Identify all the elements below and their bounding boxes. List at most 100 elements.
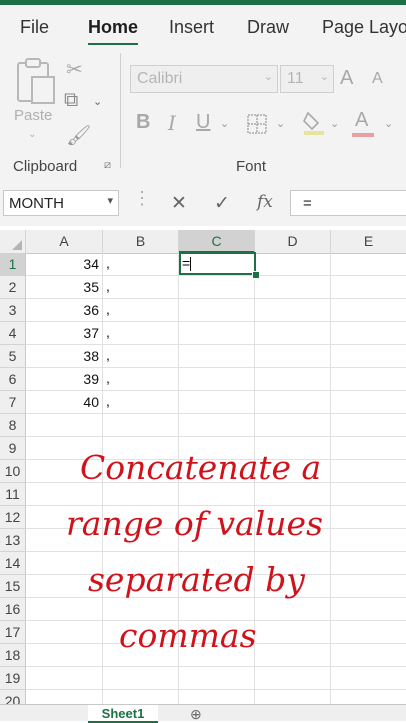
row-header[interactable]: 12 [0,506,26,529]
row-header[interactable]: 2 [0,276,26,299]
cell[interactable] [255,345,331,368]
format-painter-icon[interactable]: 🖌 [66,123,91,148]
cell[interactable] [103,253,179,276]
tab-draw[interactable]: Draw [247,17,289,38]
font-color-dropdown-icon[interactable]: ⌄ [384,117,393,130]
sheet-tab-sheet1[interactable]: Sheet1 [88,705,158,723]
cell[interactable] [103,322,179,345]
cell-a-value[interactable]: 39 [26,368,103,391]
cell[interactable] [26,414,103,437]
cell[interactable] [331,598,406,621]
tab-home[interactable]: Home [88,17,138,38]
font-size-box[interactable]: 11 ⌄ [280,65,334,93]
cell[interactable] [26,621,103,644]
cell[interactable] [255,391,331,414]
cell[interactable] [331,506,406,529]
cell[interactable] [26,690,103,704]
cell[interactable] [255,414,331,437]
cell[interactable] [331,345,406,368]
row-header[interactable]: 18 [0,644,26,667]
row-header[interactable]: 19 [0,667,26,690]
cell-a-value[interactable]: 35 [26,276,103,299]
row-header[interactable]: 11 [0,483,26,506]
row-header[interactable]: 6 [0,368,26,391]
cell[interactable] [331,483,406,506]
cell[interactable] [103,345,179,368]
cell[interactable] [179,299,255,322]
cell[interactable] [255,368,331,391]
column-header-a[interactable]: A [26,230,103,253]
cell[interactable] [255,690,331,704]
cut-icon[interactable]: ✂ [66,57,83,82]
cell-a-value[interactable]: 36 [26,299,103,322]
cell[interactable] [179,322,255,345]
cell[interactable] [331,322,406,345]
fill-handle[interactable] [252,271,260,279]
name-box[interactable]: MONTH ▾ [3,190,119,216]
paste-button[interactable]: Paste ⌄ [12,55,58,145]
row-header[interactable]: 5 [0,345,26,368]
add-sheet-icon[interactable]: ⊕ [190,706,202,723]
column-header-c[interactable]: C [179,230,255,253]
column-header-d[interactable]: D [255,230,331,253]
cell[interactable] [255,322,331,345]
cell[interactable] [331,368,406,391]
cell[interactable] [331,437,406,460]
cell[interactable] [331,621,406,644]
cell[interactable] [255,299,331,322]
row-header[interactable]: 13 [0,529,26,552]
row-header[interactable]: 1 [0,253,26,276]
cancel-entry-icon[interactable]: ✕ [171,192,187,215]
tab-insert[interactable]: Insert [169,17,214,38]
borders-dropdown-icon[interactable]: ⌄ [276,117,285,130]
cell-a-value[interactable]: 40 [26,391,103,414]
cell[interactable] [255,667,331,690]
cell[interactable] [255,621,331,644]
cell[interactable] [26,667,103,690]
cell[interactable] [331,667,406,690]
cell[interactable] [331,575,406,598]
cell[interactable] [103,368,179,391]
cell[interactable] [179,345,255,368]
tab-page-layout[interactable]: Page Layout [322,17,406,38]
cell[interactable] [331,644,406,667]
cell[interactable] [103,690,179,704]
cell[interactable] [179,276,255,299]
cell[interactable] [331,253,406,276]
cell[interactable] [255,253,331,276]
row-header[interactable]: 4 [0,322,26,345]
font-color-button[interactable]: A [352,109,374,137]
underline-dropdown-icon[interactable]: ⌄ [220,117,229,130]
cell[interactable] [103,391,179,414]
cell[interactable] [179,414,255,437]
cell-a-value[interactable]: 38 [26,345,103,368]
row-header[interactable]: 7 [0,391,26,414]
cell[interactable] [331,414,406,437]
cell[interactable] [255,276,331,299]
row-header[interactable]: 3 [0,299,26,322]
clipboard-launcher-icon[interactable]: ⧄ [104,159,111,172]
row-header[interactable]: 8 [0,414,26,437]
cell[interactable] [255,644,331,667]
row-header[interactable]: 10 [0,460,26,483]
cell[interactable] [103,299,179,322]
cell[interactable] [179,667,255,690]
cell[interactable] [103,276,179,299]
confirm-entry-icon[interactable]: ✓ [214,192,230,215]
row-header[interactable]: 14 [0,552,26,575]
row-header[interactable]: 15 [0,575,26,598]
tab-file[interactable]: File [20,17,49,38]
cell[interactable] [331,460,406,483]
column-header-b[interactable]: B [103,230,179,253]
cell-a-value[interactable]: 37 [26,322,103,345]
fill-color-dropdown-icon[interactable]: ⌄ [330,117,339,130]
cell[interactable] [331,529,406,552]
decrease-font-size-icon[interactable]: A [372,70,383,88]
row-header[interactable]: 17 [0,621,26,644]
font-name-box[interactable]: Calibri ⌄ [130,65,278,93]
cell[interactable] [331,391,406,414]
cell[interactable] [331,299,406,322]
formula-input[interactable]: = [290,190,406,216]
cell[interactable] [179,391,255,414]
select-all-corner[interactable] [0,230,26,253]
